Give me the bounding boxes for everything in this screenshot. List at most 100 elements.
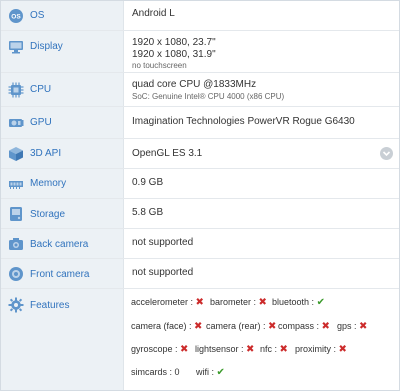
os-value: Android L <box>132 8 175 19</box>
feature-label: gyroscope : <box>131 344 178 354</box>
cpu-cores: quad core CPU @1833MHz <box>132 79 257 90</box>
spec-value-cell: Imagination Technologies PowerVR Rogue G… <box>124 107 399 138</box>
display-touch: no touchscreen <box>132 61 187 70</box>
feature-label: bluetooth : <box>272 297 315 307</box>
spec-label-gpu: GPU <box>30 117 52 128</box>
device-spec-table: OS OS Android L Display 1920 x 1080, 23.… <box>0 0 400 391</box>
cpu-chip-icon <box>8 82 24 98</box>
cross-icon: ✖ <box>195 297 204 308</box>
spec-label-cell: Memory <box>1 169 124 198</box>
spec-row-cpu: CPU quad core CPU @1833MHz SoC: Genuine … <box>1 73 399 107</box>
spec-label-front-camera: Front camera <box>30 269 90 280</box>
feature-label: compass : <box>278 321 320 331</box>
check-icon: ✔ <box>316 297 325 308</box>
spec-value-cell: quad core CPU @1833MHz SoC: Genuine Inte… <box>124 73 399 106</box>
spec-value-cell: not supported <box>124 259 399 288</box>
spec-row-front-camera: Front camera not supported <box>1 259 399 289</box>
os-badge-icon: OS <box>8 8 24 24</box>
spec-label-os: OS <box>30 10 45 21</box>
feature-label: barometer : <box>210 297 257 307</box>
feature-proximity: proximity : ✖ <box>295 344 347 355</box>
feature-label: camera (face) : <box>131 321 192 331</box>
spec-label-cell: Storage <box>1 199 124 228</box>
cross-icon: ✖ <box>180 344 189 355</box>
gpu-card-icon <box>8 115 24 131</box>
spec-row-back-camera: Back camera not supported <box>1 229 399 259</box>
camera-icon <box>8 236 24 252</box>
memory-value: 0.9 GB <box>132 177 164 188</box>
spec-label-cpu: CPU <box>30 84 52 95</box>
spec-label-cell: OS OS <box>1 1 124 30</box>
spec-value-cell: 0.9 GB <box>124 169 399 198</box>
back-camera-value: not supported <box>132 237 194 248</box>
spec-row-features: Features accelerometer : ✖ barometer : ✖… <box>1 289 399 390</box>
spec-label-cell: Front camera <box>1 259 124 288</box>
cross-icon: ✖ <box>279 344 288 355</box>
feature-label: camera (rear) : <box>206 321 266 331</box>
check-icon: ✔ <box>216 367 225 378</box>
spec-label-cell: Back camera <box>1 229 124 258</box>
cube-icon <box>8 146 24 162</box>
feature-lightsensor: lightsensor : ✖ <box>195 344 254 355</box>
storage-value: 5.8 GB <box>132 207 164 218</box>
svg-text:OS: OS <box>11 14 21 21</box>
front-camera-icon <box>8 266 24 282</box>
spec-row-memory: Memory 0.9 GB <box>1 169 399 199</box>
feature-label: proximity : <box>295 344 337 354</box>
spec-value-cell: Android L <box>124 1 399 30</box>
spec-label-features: Features <box>30 300 70 311</box>
cross-icon: ✖ <box>246 344 255 355</box>
feature-label: accelerometer : <box>131 297 194 307</box>
spec-label-storage: Storage <box>30 209 66 220</box>
spec-label-cell: CPU <box>1 73 124 106</box>
feature-label: lightsensor : <box>195 344 244 354</box>
spec-row-gpu: GPU Imagination Technologies PowerVR Rog… <box>1 107 399 139</box>
feature-label: nfc : <box>260 344 278 354</box>
display-resolution-1: 1920 x 1080, 23.7" <box>132 37 216 48</box>
feature-compass: compass : ✖ <box>278 321 330 332</box>
spec-label-3d-api: 3D API <box>30 148 62 159</box>
spec-label-cell: Display <box>1 31 124 72</box>
feature-label: gps : <box>337 321 357 331</box>
chevron-down-icon[interactable] <box>380 147 393 160</box>
feature-accelerometer: accelerometer : ✖ <box>131 297 204 308</box>
spec-value-cell: 5.8 GB <box>124 199 399 228</box>
spec-label-display: Display <box>30 41 63 52</box>
storage-drive-icon <box>8 206 24 222</box>
feature-gps: gps : ✖ <box>337 321 367 332</box>
feature-camera-face: camera (face) : ✖ <box>131 321 202 332</box>
cross-icon: ✖ <box>258 297 267 308</box>
feature-label: wifi : <box>196 367 214 377</box>
cross-icon: ✖ <box>338 344 347 355</box>
gear-icon <box>8 297 24 313</box>
cross-icon: ✖ <box>359 321 368 332</box>
spec-row-display: Display 1920 x 1080, 23.7" 1920 x 1080, … <box>1 31 399 73</box>
front-camera-value: not supported <box>132 267 194 278</box>
spec-row-os: OS OS Android L <box>1 1 399 31</box>
feature-bluetooth: bluetooth : ✔ <box>272 297 325 308</box>
memory-icon <box>8 176 24 192</box>
gpu-value: Imagination Technologies PowerVR Rogue G… <box>132 116 355 127</box>
spec-label-cell: GPU <box>1 107 124 138</box>
spec-label-back-camera: Back camera <box>30 239 89 250</box>
feature-wifi: wifi : ✔ <box>196 367 225 378</box>
feature-barometer: barometer : ✖ <box>210 297 267 308</box>
cross-icon: ✖ <box>321 321 330 332</box>
display-resolution-2: 1920 x 1080, 31.9" <box>132 49 216 60</box>
feature-camera-rear: camera (rear) : ✖ <box>206 321 276 332</box>
spec-label-cell: Features <box>1 289 124 390</box>
spec-label-cell: 3D API <box>1 139 124 168</box>
spec-value-cell: OpenGL ES 3.1 <box>124 139 399 168</box>
spec-value-cell: 1920 x 1080, 23.7" 1920 x 1080, 31.9" no… <box>124 31 399 72</box>
cpu-soc: SoC: Genuine Intel® CPU 4000 (x86 CPU) <box>132 92 285 101</box>
feature-simcards: simcards : 0 <box>131 367 180 377</box>
spec-value-cell: accelerometer : ✖ barometer : ✖ bluetoot… <box>124 289 399 390</box>
spec-value-cell: not supported <box>124 229 399 258</box>
3d-api-value: OpenGL ES 3.1 <box>132 148 203 159</box>
cross-icon: ✖ <box>268 321 277 332</box>
spec-label-memory: Memory <box>30 178 67 189</box>
spec-row-3d-api: 3D API OpenGL ES 3.1 <box>1 139 399 169</box>
cross-icon: ✖ <box>194 321 203 332</box>
feature-nfc: nfc : ✖ <box>260 344 288 355</box>
monitor-icon <box>8 39 24 55</box>
